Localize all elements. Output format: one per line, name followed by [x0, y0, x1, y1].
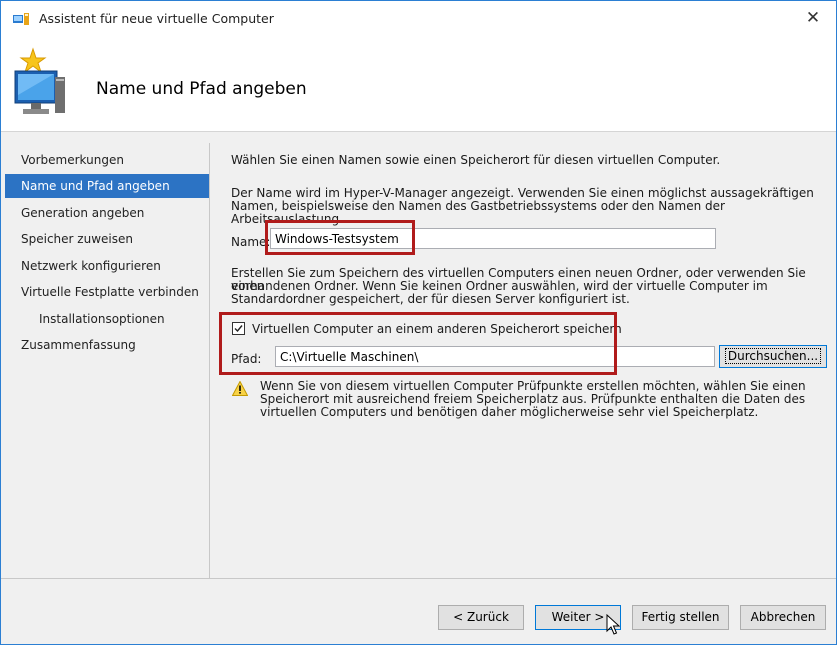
- back-button[interactable]: < Zurück: [438, 605, 524, 630]
- sidebar-item-speicher[interactable]: Speicher zuweisen: [5, 227, 209, 251]
- intro-text: Wählen Sie einen Namen sowie einen Speic…: [231, 153, 721, 167]
- browse-button[interactable]: Durchsuchen...: [719, 345, 827, 368]
- path-label: Pfad:: [231, 352, 262, 366]
- main-content: Wählen Sie einen Namen sowie einen Speic…: [210, 132, 836, 578]
- page-title: Name und Pfad angeben: [96, 79, 307, 99]
- footer-divider: [1, 578, 836, 579]
- warning-icon: [232, 381, 248, 396]
- monitor-star-icon: [14, 47, 65, 114]
- window-title: Assistent für neue virtuelle Computer: [39, 11, 274, 26]
- store-elsewhere-label[interactable]: Virtuellen Computer an einem anderen Spe…: [252, 322, 622, 336]
- finish-button[interactable]: Fertig stellen: [632, 605, 729, 630]
- path-input[interactable]: C:\Virtuelle Maschinen\: [275, 346, 715, 367]
- warning-line-3: virtuellen Computers und benötigen daher…: [260, 405, 759, 419]
- wizard-step-list: Vorbemerkungen Name und Pfad angeben Gen…: [1, 132, 210, 578]
- store-elsewhere-checkbox[interactable]: [232, 322, 245, 335]
- sidebar-item-vorbemerkungen[interactable]: Vorbemerkungen: [5, 148, 209, 172]
- name-description-line-2: Namen, beispielsweise den Namen des Gast…: [231, 199, 725, 226]
- sidebar-item-netzwerk[interactable]: Netzwerk konfigurieren: [5, 254, 209, 278]
- browse-button-label: Durchsuchen...: [724, 348, 822, 364]
- sidebar-item-name-und-pfad[interactable]: Name und Pfad angeben: [5, 174, 209, 198]
- sidebar-item-installationsoptionen[interactable]: Installationsoptionen: [5, 307, 209, 331]
- name-label: Name:: [231, 235, 271, 249]
- wizard-header: Name und Pfad angeben: [1, 37, 836, 132]
- sidebar-item-festplatte[interactable]: Virtuelle Festplatte verbinden: [5, 280, 209, 304]
- folder-description-line-3: Standardordner gespeichert, der für dies…: [231, 292, 630, 306]
- checkmark-icon: [234, 325, 243, 333]
- title-bar: Assistent für neue virtuelle Computer ✕: [1, 1, 836, 37]
- sidebar-item-zusammenfassung[interactable]: Zusammenfassung: [5, 333, 209, 357]
- name-input[interactable]: Windows-Testsystem: [270, 228, 716, 249]
- wizard-window: Assistent für neue virtuelle Computer ✕ …: [0, 0, 837, 645]
- hyper-v-app-icon: [13, 13, 29, 25]
- sidebar-item-generation[interactable]: Generation angeben: [5, 201, 209, 225]
- close-icon[interactable]: ✕: [790, 1, 836, 37]
- mouse-pointer-icon: [606, 614, 620, 635]
- cancel-button[interactable]: Abbrechen: [740, 605, 826, 630]
